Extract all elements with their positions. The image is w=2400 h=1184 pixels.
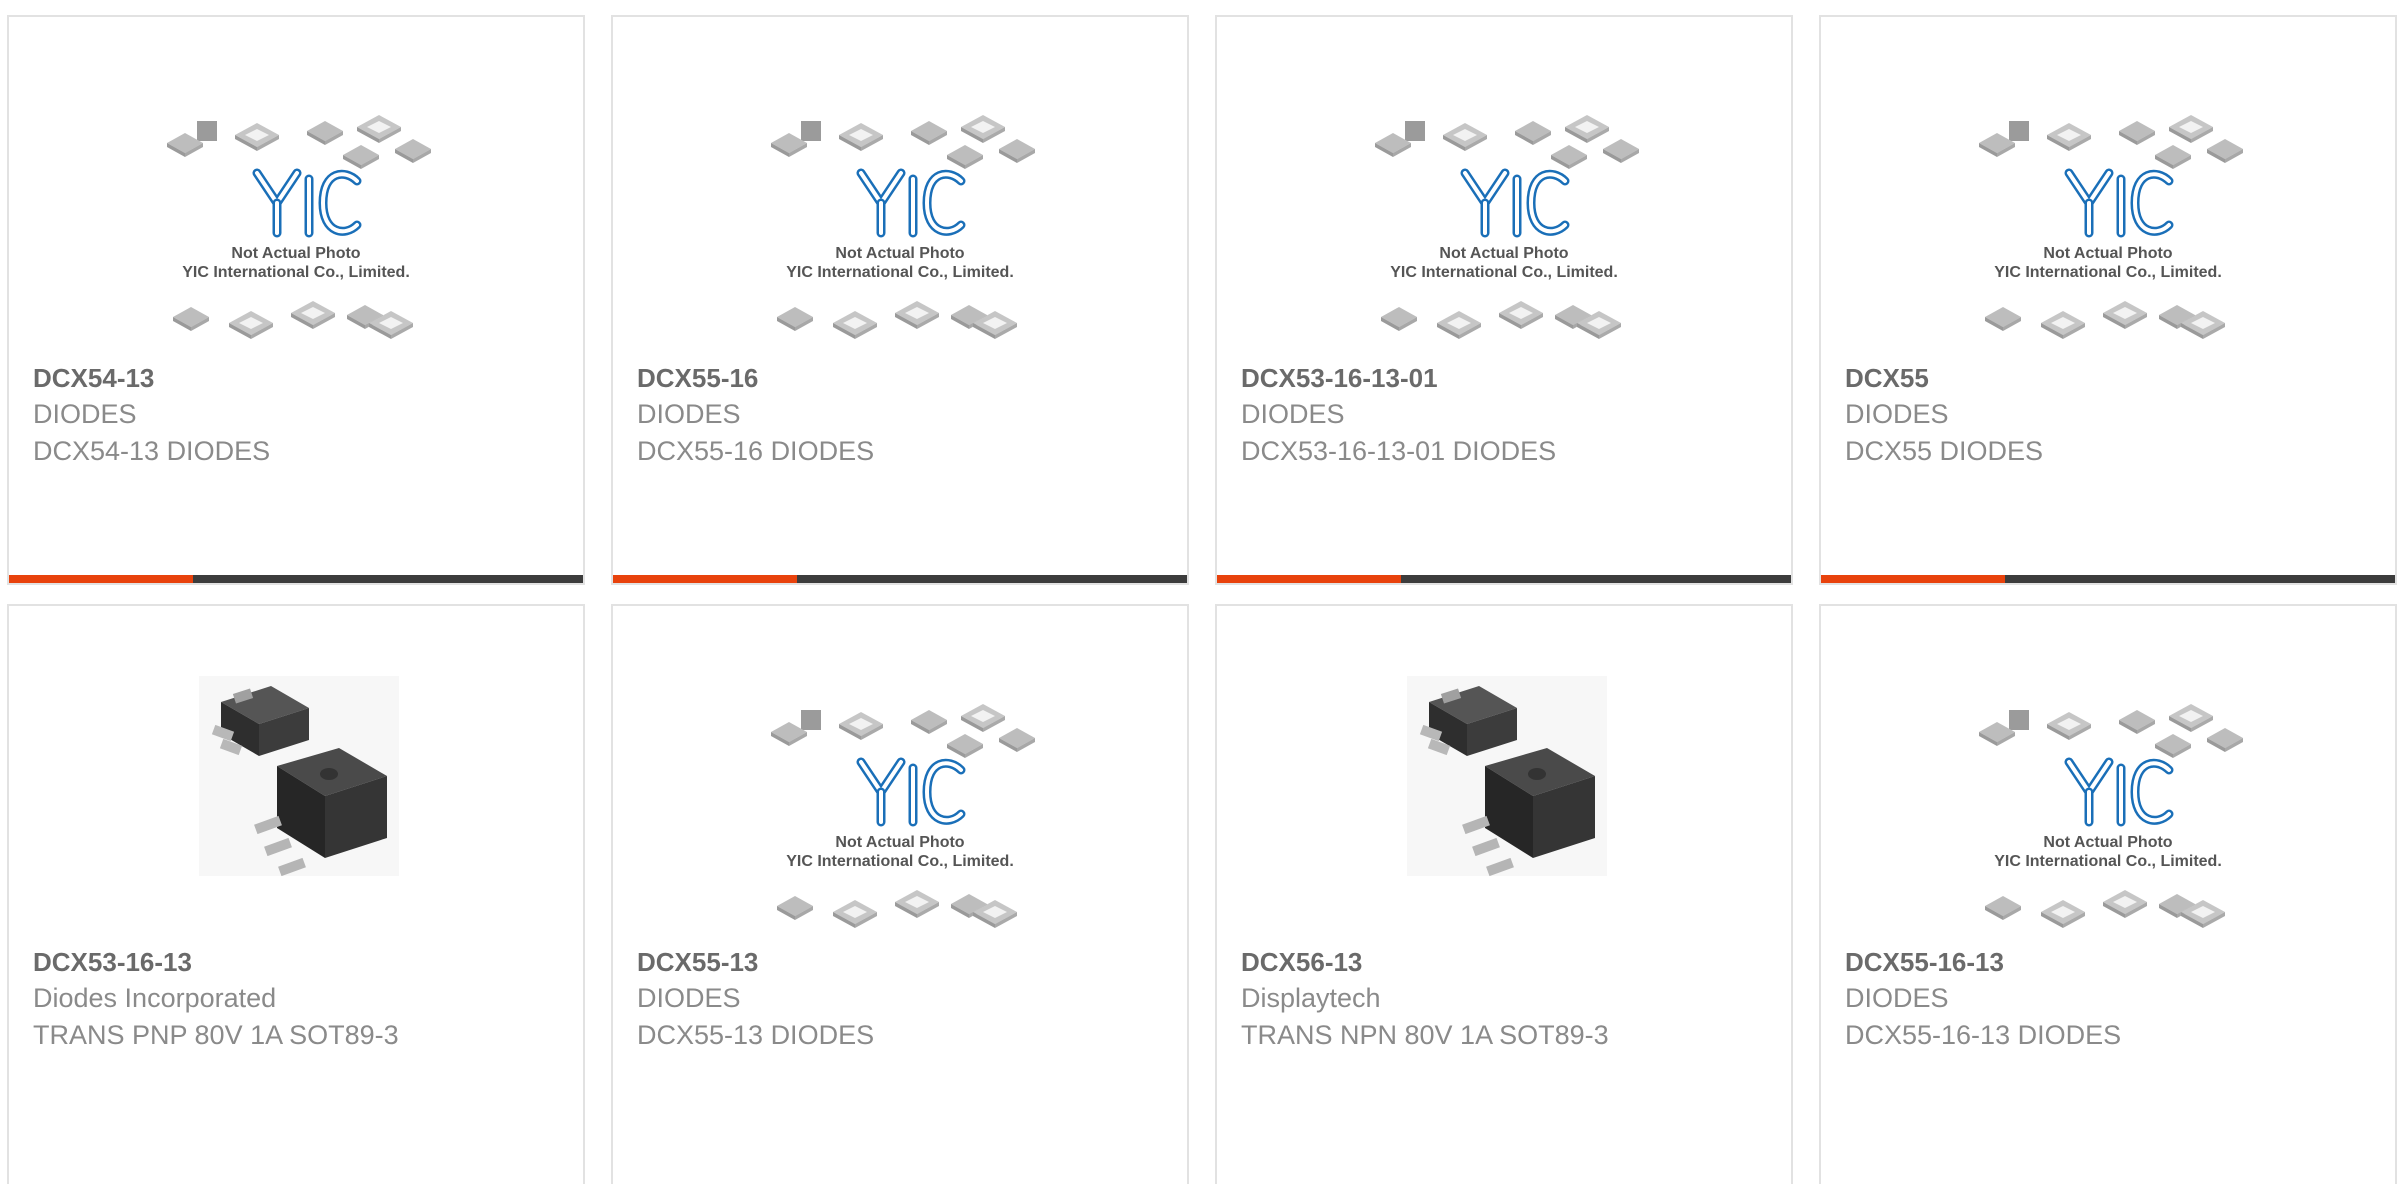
product-card[interactable]: DCX53-16-13 Diodes Incorporated TRANS PN… bbox=[7, 604, 585, 1184]
svg-text:YIC International Co., Limited: YIC International Co., Limited. bbox=[1994, 264, 2222, 281]
svg-text:YIC International Co., Limited: YIC International Co., Limited. bbox=[786, 853, 1014, 870]
manufacturer: DIODES bbox=[637, 399, 741, 429]
sot89-package-icon bbox=[199, 676, 399, 877]
description: TRANS PNP 80V 1A SOT89-3 bbox=[33, 1020, 399, 1050]
product-image-placeholder: Not Actual Photo YIC International Co., … bbox=[771, 115, 1035, 339]
chip-cluster-top-icon bbox=[1979, 704, 2243, 758]
description: DCX53-16-13-01 DIODES bbox=[1241, 436, 1557, 466]
chip-cluster-bottom-icon bbox=[1985, 890, 2225, 928]
manufacturer: DIODES bbox=[1845, 983, 1949, 1013]
svg-text:Not Actual Photo: Not Actual Photo bbox=[2043, 834, 2172, 851]
manufacturer: Diodes Incorporated bbox=[33, 983, 277, 1013]
product-card[interactable]: Not Actual Photo YIC International Co., … bbox=[611, 15, 1189, 585]
product-card[interactable]: Not Actual Photo YIC International Co., … bbox=[611, 604, 1189, 1184]
card-bottom-bar bbox=[613, 575, 1187, 583]
product-image-placeholder: Not Actual Photo YIC International Co., … bbox=[1375, 115, 1639, 339]
product-card[interactable]: Not Actual Photo YIC International Co., … bbox=[1215, 15, 1793, 585]
part-number[interactable]: DCX55-13 bbox=[637, 944, 1177, 980]
product-image-placeholder: Not Actual Photo YIC International Co., … bbox=[1979, 704, 2243, 928]
product-card[interactable]: Not Actual Photo YIC International Co., … bbox=[7, 15, 585, 585]
svg-text:YIC International Co., Limited: YIC International Co., Limited. bbox=[786, 264, 1014, 281]
product-card[interactable]: Not Actual Photo YIC International Co., … bbox=[1819, 604, 2397, 1184]
manufacturer: DIODES bbox=[33, 399, 137, 429]
sot89-package-icon bbox=[1407, 676, 1607, 877]
svg-text:Not Actual Photo: Not Actual Photo bbox=[2043, 245, 2172, 262]
part-number[interactable]: DCX53-16-13 bbox=[33, 944, 573, 980]
card-bottom-bar bbox=[9, 575, 583, 583]
chip-cluster-top-icon bbox=[771, 704, 1035, 758]
description: DCX55 DIODES bbox=[1845, 436, 2044, 466]
part-number[interactable]: DCX54-13 bbox=[33, 360, 573, 396]
part-number[interactable]: DCX55-16 bbox=[637, 360, 1177, 396]
card-bottom-bar bbox=[1217, 575, 1791, 583]
chip-cluster-top-icon bbox=[1979, 115, 2243, 169]
svg-text:Not Actual Photo: Not Actual Photo bbox=[835, 834, 964, 851]
chip-cluster-bottom-icon bbox=[1381, 301, 1621, 339]
chip-cluster-top-icon bbox=[771, 115, 1035, 169]
description: DCX54-13 DIODES bbox=[33, 436, 271, 466]
description: TRANS NPN 80V 1A SOT89-3 bbox=[1241, 1020, 1609, 1050]
manufacturer: Displaytech bbox=[1241, 983, 1381, 1013]
chip-cluster-bottom-icon bbox=[173, 301, 413, 339]
manufacturer: DIODES bbox=[1845, 399, 1949, 429]
yic-logo-icon bbox=[861, 762, 961, 822]
description: DCX55-16 DIODES bbox=[637, 436, 875, 466]
product-image-placeholder: Not Actual Photo YIC International Co., … bbox=[167, 115, 431, 339]
svg-text:Not Actual Photo: Not Actual Photo bbox=[231, 245, 360, 262]
part-number[interactable]: DCX55-16-13 bbox=[1845, 944, 2385, 980]
svg-text:YIC International Co., Limited: YIC International Co., Limited. bbox=[1994, 853, 2222, 870]
svg-text:YIC International Co., Limited: YIC International Co., Limited. bbox=[1390, 264, 1618, 281]
yic-logo-icon bbox=[257, 173, 357, 233]
manufacturer: DIODES bbox=[1241, 399, 1345, 429]
yic-logo-icon bbox=[1465, 173, 1565, 233]
product-card[interactable]: DCX56-13 Displaytech TRANS NPN 80V 1A SO… bbox=[1215, 604, 1793, 1184]
description: DCX55-13 DIODES bbox=[637, 1020, 875, 1050]
product-card[interactable]: Not Actual Photo YIC International Co., … bbox=[1819, 15, 2397, 585]
part-number[interactable]: DCX55 bbox=[1845, 360, 2385, 396]
svg-text:Not Actual Photo: Not Actual Photo bbox=[835, 245, 964, 262]
yic-logo-icon bbox=[2069, 762, 2169, 822]
chip-cluster-top-icon bbox=[1375, 115, 1639, 169]
product-image-placeholder: Not Actual Photo YIC International Co., … bbox=[771, 704, 1035, 928]
svg-text:Not Actual Photo: Not Actual Photo bbox=[1439, 245, 1568, 262]
yic-logo-icon bbox=[2069, 173, 2169, 233]
part-number[interactable]: DCX53-16-13-01 bbox=[1241, 360, 1781, 396]
svg-text:YIC International Co., Limited: YIC International Co., Limited. bbox=[182, 264, 410, 281]
chip-cluster-top-icon bbox=[167, 115, 431, 169]
part-number[interactable]: DCX56-13 bbox=[1241, 944, 1781, 980]
card-bottom-bar bbox=[1821, 575, 2395, 583]
chip-cluster-bottom-icon bbox=[777, 301, 1017, 339]
description: DCX55-16-13 DIODES bbox=[1845, 1020, 2122, 1050]
chip-cluster-bottom-icon bbox=[777, 890, 1017, 928]
yic-logo-icon bbox=[861, 173, 961, 233]
chip-cluster-bottom-icon bbox=[1985, 301, 2225, 339]
manufacturer: DIODES bbox=[637, 983, 741, 1013]
product-image-placeholder: Not Actual Photo YIC International Co., … bbox=[1979, 115, 2243, 339]
product-grid: Not Actual Photo YIC International Co., … bbox=[0, 0, 2400, 1184]
